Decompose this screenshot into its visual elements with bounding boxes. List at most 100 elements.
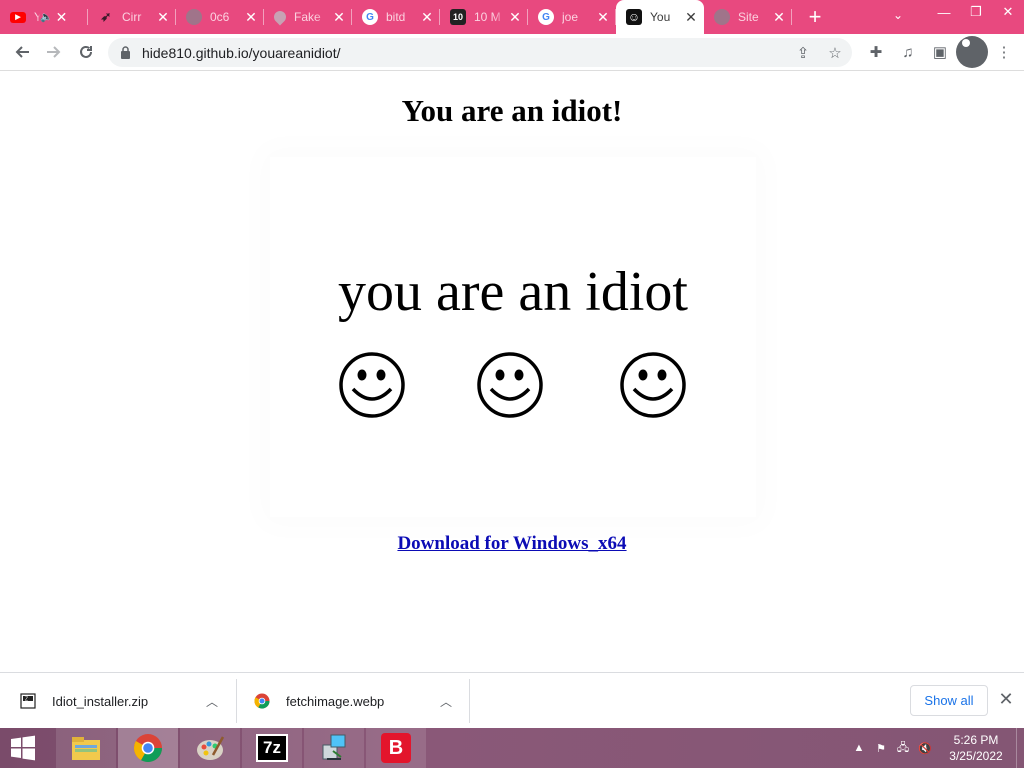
chrome-icon (134, 734, 162, 762)
7zip-icon: 7z (256, 734, 288, 762)
extensions-puzzle-icon[interactable]: ✚ (860, 36, 892, 68)
close-tab-icon[interactable]: ✕ (244, 10, 258, 24)
windows-taskbar: 7z B ▲ ⚑ 🖧 🔇 5:26 PM 3/25/2022 (0, 728, 1024, 768)
taskbar-network-app[interactable] (304, 728, 364, 768)
taskbar-7zip[interactable]: 7z (242, 728, 302, 768)
globe-icon (714, 9, 730, 25)
url-text[interactable]: hide810.github.io/youareanidiot/ (142, 45, 341, 61)
taskbar-paint[interactable] (180, 728, 240, 768)
tab-fake[interactable]: Fake ✕ (264, 0, 352, 34)
media-controls-icon[interactable]: ♫ (892, 36, 924, 68)
tab-10m[interactable]: 10 10 M ✕ (440, 0, 528, 34)
minimize-icon[interactable]: — (928, 0, 960, 24)
close-window-icon[interactable]: ✕ (992, 0, 1024, 24)
tab-youareanidiot-active[interactable]: ☺ You ✕ (616, 0, 704, 34)
menu-kebab-icon[interactable]: ⋮ (988, 36, 1020, 68)
taskbar-chrome[interactable] (118, 728, 178, 768)
close-tab-icon[interactable]: ✕ (596, 10, 610, 24)
show-all-button[interactable]: Show all (910, 685, 988, 716)
tab-title: You (650, 10, 671, 24)
tab-title: Cirr (122, 10, 142, 24)
chevron-up-icon[interactable]: ︿ (206, 693, 218, 710)
reload-button[interactable] (70, 36, 102, 68)
clock-time: 5:26 PM (953, 733, 999, 747)
close-tab-icon[interactable]: ✕ (156, 10, 170, 24)
page-title: You are an idiot! (401, 93, 623, 128)
smiley-face-icon (339, 352, 405, 418)
clock[interactable]: 5:26 PM 3/25/2022 (936, 732, 1016, 764)
share-icon[interactable]: ⇪ (792, 42, 814, 64)
paint-icon (197, 736, 225, 760)
file-explorer-icon (72, 737, 100, 760)
tab-youtube[interactable]: ▶ YouTube 🔈 ✕ (0, 0, 88, 34)
arrow-left-icon (15, 46, 29, 58)
arrow-right-icon (47, 46, 61, 58)
tab-site[interactable]: Site ✕ (704, 0, 792, 34)
start-button[interactable] (0, 728, 46, 768)
tab-bitd[interactable]: G bitd ✕ (352, 0, 440, 34)
download-filename: fetchimage.webp (286, 693, 385, 709)
globe-icon (186, 9, 202, 25)
chevron-up-icon[interactable]: ︿ (440, 693, 452, 710)
close-tab-icon[interactable]: ✕ (420, 10, 434, 24)
close-tab-icon[interactable]: ✕ (772, 10, 786, 24)
tab-title: Fake (294, 10, 321, 24)
banner-text: you are an idiot (338, 261, 688, 323)
idiot-animation: you are an idiot (270, 157, 756, 517)
smiley-face-icon (620, 352, 686, 418)
taskbar-bitdefender[interactable]: B (366, 728, 426, 768)
tab-search-chevron-icon[interactable]: ⌄ (888, 8, 908, 26)
side-panel-icon[interactable]: ▣ (924, 36, 956, 68)
download-filename: Idiot_installer.zip (52, 693, 149, 709)
close-tab-icon[interactable]: ✕ (54, 10, 68, 24)
volume-muted-icon[interactable]: 🔇 (914, 728, 936, 768)
network-app-icon (322, 734, 346, 760)
ten-icon: 10 (450, 9, 466, 25)
tab-title: bitd (386, 10, 406, 24)
network-icon[interactable]: 🖧 (892, 728, 914, 768)
tab-0c6[interactable]: 0c6 ✕ (176, 0, 264, 34)
downloads-bar: Z Idiot_installer.zip ︿ fetchimage.webp … (0, 672, 1024, 728)
tab-title: 10 M (474, 10, 501, 24)
bitdefender-icon: B (381, 733, 411, 763)
tab-joe[interactable]: G joe ✕ (528, 0, 616, 34)
divider (236, 679, 237, 723)
web-page: You are an idiot! you are an idiot Downl… (0, 71, 1024, 672)
divider (469, 679, 470, 723)
tab-title: Site (738, 10, 759, 24)
tab-cirr[interactable]: ➶ Cirr ✕ (88, 0, 176, 34)
new-tab-button[interactable]: + (798, 0, 832, 34)
back-button[interactable] (6, 36, 38, 68)
forward-button[interactable] (38, 36, 70, 68)
close-downloads-icon[interactable]: ✕ (996, 689, 1016, 709)
action-center-flag-icon[interactable]: ⚑ (870, 728, 892, 768)
taskbar-file-explorer[interactable] (56, 728, 116, 768)
show-desktop-button[interactable] (1016, 728, 1024, 768)
download-item[interactable]: fetchimage.webp ︿ (254, 673, 464, 729)
bird-icon: ➶ (100, 9, 112, 24)
chrome-file-icon (254, 693, 270, 709)
reload-icon (80, 45, 92, 58)
smiley-face-icon (477, 352, 543, 418)
close-tab-icon[interactable]: ✕ (332, 10, 346, 24)
download-item[interactable]: Z Idiot_installer.zip ︿ (20, 673, 230, 729)
map-pin-icon (271, 8, 289, 26)
address-bar[interactable]: hide810.github.io/youareanidiot/ ⇪ ☆ (108, 38, 852, 67)
close-tab-icon[interactable]: ✕ (684, 10, 698, 24)
close-tab-icon[interactable]: ✕ (508, 10, 522, 24)
bookmark-star-icon[interactable]: ☆ (824, 42, 846, 64)
tab-title: 0c6 (210, 10, 230, 24)
svg-text:Z: Z (25, 697, 28, 703)
show-hidden-icons-icon[interactable]: ▲ (848, 728, 870, 768)
restore-icon[interactable]: ❐ (960, 0, 992, 24)
google-icon: G (538, 9, 554, 25)
speaker-muted-icon[interactable]: 🔈 (40, 12, 52, 23)
download-link[interactable]: Download for Windows_x64 (397, 533, 626, 554)
windows-logo-icon (11, 735, 35, 761)
clock-date: 3/25/2022 (949, 749, 1003, 763)
profile-avatar[interactable] (956, 36, 988, 68)
tab-strip: ▶ YouTube 🔈 ✕ ➶ Cirr ✕ 0c6 ✕ Fake ✕ G bi… (0, 0, 1024, 34)
system-tray: ▲ ⚑ 🖧 🔇 5:26 PM 3/25/2022 (848, 728, 1024, 768)
lock-icon[interactable] (120, 46, 134, 60)
smiley-icon: ☺ (626, 9, 642, 25)
